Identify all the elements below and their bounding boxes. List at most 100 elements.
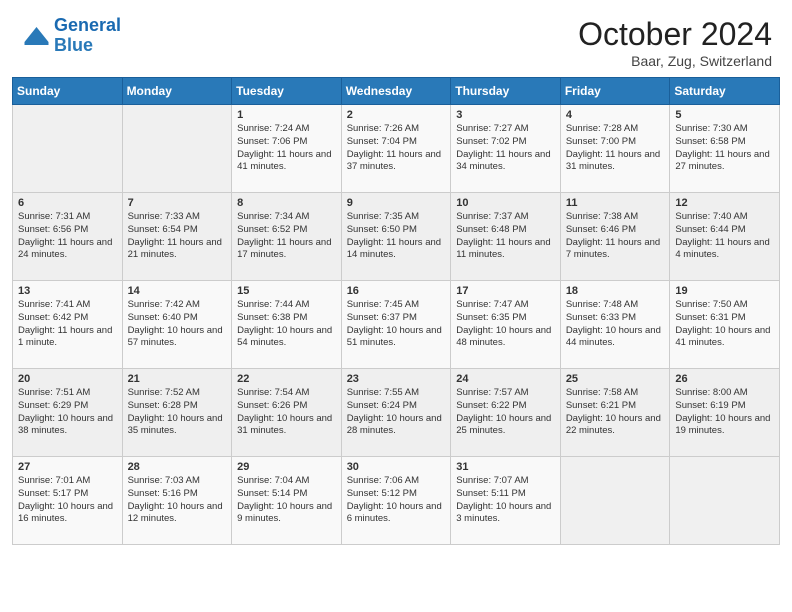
week-row-3: 20Sunrise: 7:51 AM Sunset: 6:29 PM Dayli… <box>13 369 780 457</box>
day-cell: 8 Sunrise: 7:34 AM Sunset: 6:52 PM Daylig… <box>232 193 342 281</box>
day-number: 12 <box>675 197 774 209</box>
day-number: 1 <box>237 109 336 121</box>
day-number: 19 <box>675 285 774 297</box>
day-info: Sunrise: 7:41 AM Sunset: 6:42 PM Dayligh… <box>18 299 117 350</box>
day-cell: 27 Sunrise: 7:01 AM Sunset: 5:17 PM Dayli… <box>13 457 123 545</box>
day-info: Sunrise: 7:26 AM Sunset: 7:04 PM Dayligh… <box>347 123 446 174</box>
day-number: 30 <box>347 461 446 473</box>
day-number: 11 <box>566 197 665 209</box>
day-number: 27 <box>18 461 117 473</box>
day-cell: 25Sunrise: 7:58 AM Sunset: 6:21 PM Dayli… <box>560 369 670 457</box>
day-cell: 23 Sunrise: 7:55 AM Sunset: 6:24 PM Dayli… <box>341 369 451 457</box>
day-cell: 2 Sunrise: 7:26 AM Sunset: 7:04 PM Daylig… <box>341 105 451 193</box>
logo-general-text: General <box>54 15 121 35</box>
day-info: Sunrise: 7:04 AM Sunset: 5:14 PM Dayligh… <box>237 475 336 526</box>
location: Baar, Zug, Switzerland <box>578 53 772 69</box>
day-number: 16 <box>347 285 446 297</box>
day-cell: 16Sunrise: 7:45 AM Sunset: 6:37 PM Dayli… <box>341 281 451 369</box>
day-number: 17 <box>456 285 555 297</box>
day-number: 29 <box>237 461 336 473</box>
day-info: Sunrise: 7:57 AM Sunset: 6:22 PM Dayligh… <box>456 387 555 438</box>
day-number: 18 <box>566 285 665 297</box>
week-row-1: 6 Sunrise: 7:31 AM Sunset: 6:56 PM Daylig… <box>13 193 780 281</box>
calendar-header: SundayMondayTuesdayWednesdayThursdayFrid… <box>13 78 780 105</box>
day-number: 8 <box>237 197 336 209</box>
day-info: Sunrise: 7:48 AM Sunset: 6:33 PM Dayligh… <box>566 299 665 350</box>
day-info: Sunrise: 7:44 AM Sunset: 6:38 PM Dayligh… <box>237 299 336 350</box>
day-info: Sunrise: 7:33 AM Sunset: 6:54 PM Dayligh… <box>128 211 227 262</box>
day-info: Sunrise: 7:52 AM Sunset: 6:28 PM Dayligh… <box>128 387 227 438</box>
day-info: Sunrise: 7:55 AM Sunset: 6:24 PM Dayligh… <box>347 387 446 438</box>
day-cell <box>560 457 670 545</box>
day-info: Sunrise: 7:54 AM Sunset: 6:26 PM Dayligh… <box>237 387 336 438</box>
day-number: 25 <box>566 373 665 385</box>
calendar-body: 1 Sunrise: 7:24 AM Sunset: 7:06 PM Daylig… <box>13 105 780 545</box>
header-row: SundayMondayTuesdayWednesdayThursdayFrid… <box>13 78 780 105</box>
day-info: Sunrise: 7:40 AM Sunset: 6:44 PM Dayligh… <box>675 211 774 262</box>
day-cell: 14Sunrise: 7:42 AM Sunset: 6:40 PM Dayli… <box>122 281 232 369</box>
header-cell-thursday: Thursday <box>451 78 561 105</box>
logo-blue-text: Blue <box>54 35 93 55</box>
day-number: 31 <box>456 461 555 473</box>
header-cell-saturday: Saturday <box>670 78 780 105</box>
week-row-4: 27 Sunrise: 7:01 AM Sunset: 5:17 PM Dayli… <box>13 457 780 545</box>
day-cell: 9 Sunrise: 7:35 AM Sunset: 6:50 PM Daylig… <box>341 193 451 281</box>
day-cell: 4Sunrise: 7:28 AM Sunset: 7:00 PM Daylig… <box>560 105 670 193</box>
day-number: 21 <box>128 373 227 385</box>
header: General Blue October 2024 Baar, Zug, Swi… <box>0 0 792 77</box>
header-cell-monday: Monday <box>122 78 232 105</box>
day-cell: 17 Sunrise: 7:47 AM Sunset: 6:35 PM Dayli… <box>451 281 561 369</box>
day-info: Sunrise: 7:37 AM Sunset: 6:48 PM Dayligh… <box>456 211 555 262</box>
day-cell: 5 Sunrise: 7:30 AM Sunset: 6:58 PM Daylig… <box>670 105 780 193</box>
header-cell-friday: Friday <box>560 78 670 105</box>
day-cell <box>122 105 232 193</box>
day-number: 9 <box>347 197 446 209</box>
day-cell: 29 Sunrise: 7:04 AM Sunset: 5:14 PM Dayli… <box>232 457 342 545</box>
day-number: 6 <box>18 197 117 209</box>
calendar-container: SundayMondayTuesdayWednesdayThursdayFrid… <box>0 77 792 557</box>
header-cell-tuesday: Tuesday <box>232 78 342 105</box>
day-cell: 15Sunrise: 7:44 AM Sunset: 6:38 PM Dayli… <box>232 281 342 369</box>
day-number: 5 <box>675 109 774 121</box>
day-info: Sunrise: 7:06 AM Sunset: 5:12 PM Dayligh… <box>347 475 446 526</box>
day-cell: 19 Sunrise: 7:50 AM Sunset: 6:31 PM Dayli… <box>670 281 780 369</box>
week-row-2: 13Sunrise: 7:41 AM Sunset: 6:42 PM Dayli… <box>13 281 780 369</box>
month-title: October 2024 <box>578 16 772 53</box>
day-cell: 30 Sunrise: 7:06 AM Sunset: 5:12 PM Dayli… <box>341 457 451 545</box>
day-cell: 28 Sunrise: 7:03 AM Sunset: 5:16 PM Dayli… <box>122 457 232 545</box>
day-number: 4 <box>566 109 665 121</box>
day-info: Sunrise: 7:50 AM Sunset: 6:31 PM Dayligh… <box>675 299 774 350</box>
day-info: Sunrise: 7:47 AM Sunset: 6:35 PM Dayligh… <box>456 299 555 350</box>
week-row-0: 1 Sunrise: 7:24 AM Sunset: 7:06 PM Daylig… <box>13 105 780 193</box>
day-number: 7 <box>128 197 227 209</box>
day-info: Sunrise: 7:42 AM Sunset: 6:40 PM Dayligh… <box>128 299 227 350</box>
day-cell: 24 Sunrise: 7:57 AM Sunset: 6:22 PM Dayli… <box>451 369 561 457</box>
day-info: Sunrise: 7:24 AM Sunset: 7:06 PM Dayligh… <box>237 123 336 174</box>
day-cell: 3Sunrise: 7:27 AM Sunset: 7:02 PM Daylig… <box>451 105 561 193</box>
day-info: Sunrise: 7:35 AM Sunset: 6:50 PM Dayligh… <box>347 211 446 262</box>
header-cell-wednesday: Wednesday <box>341 78 451 105</box>
logo-text: General Blue <box>54 16 121 56</box>
day-cell: 31Sunrise: 7:07 AM Sunset: 5:11 PM Dayli… <box>451 457 561 545</box>
day-cell <box>670 457 780 545</box>
day-number: 28 <box>128 461 227 473</box>
calendar-table: SundayMondayTuesdayWednesdayThursdayFrid… <box>12 77 780 545</box>
day-number: 24 <box>456 373 555 385</box>
day-info: Sunrise: 7:03 AM Sunset: 5:16 PM Dayligh… <box>128 475 227 526</box>
day-cell <box>13 105 123 193</box>
day-cell: 6 Sunrise: 7:31 AM Sunset: 6:56 PM Daylig… <box>13 193 123 281</box>
day-number: 20 <box>18 373 117 385</box>
day-info: Sunrise: 7:01 AM Sunset: 5:17 PM Dayligh… <box>18 475 117 526</box>
header-cell-sunday: Sunday <box>13 78 123 105</box>
day-info: Sunrise: 7:31 AM Sunset: 6:56 PM Dayligh… <box>18 211 117 262</box>
day-cell: 21 Sunrise: 7:52 AM Sunset: 6:28 PM Dayli… <box>122 369 232 457</box>
day-info: Sunrise: 7:34 AM Sunset: 6:52 PM Dayligh… <box>237 211 336 262</box>
day-number: 26 <box>675 373 774 385</box>
day-cell: 20Sunrise: 7:51 AM Sunset: 6:29 PM Dayli… <box>13 369 123 457</box>
day-info: Sunrise: 7:30 AM Sunset: 6:58 PM Dayligh… <box>675 123 774 174</box>
day-cell: 13Sunrise: 7:41 AM Sunset: 6:42 PM Dayli… <box>13 281 123 369</box>
day-cell: 11Sunrise: 7:38 AM Sunset: 6:46 PM Dayli… <box>560 193 670 281</box>
logo: General Blue <box>20 16 121 56</box>
day-number: 23 <box>347 373 446 385</box>
day-number: 2 <box>347 109 446 121</box>
